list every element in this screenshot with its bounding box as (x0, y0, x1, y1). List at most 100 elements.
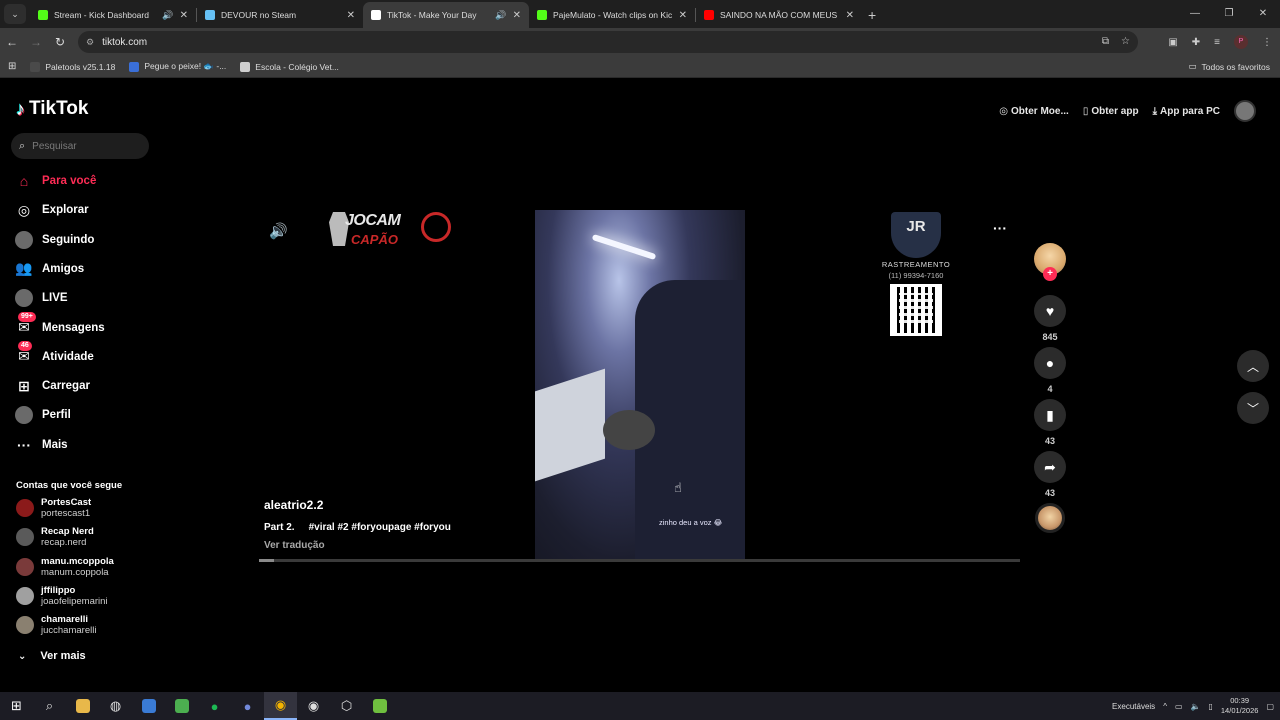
reload-icon[interactable]: ↻ (48, 35, 72, 49)
follow-plus-icon[interactable]: + (1043, 267, 1057, 281)
see-more-button[interactable]: ⌄ Ver mais (18, 650, 86, 662)
restore-icon[interactable]: ❐ (1212, 0, 1246, 28)
tab-close-icon[interactable]: ✕ (846, 10, 854, 21)
music-disc-icon[interactable] (1035, 503, 1065, 533)
browser-menu-icon[interactable]: ⋮ (1262, 37, 1272, 48)
tab-close-icon[interactable]: ✕ (679, 10, 687, 21)
hashtags[interactable]: #viral #2 #foryoupage #foryou (309, 522, 451, 533)
browser-tab[interactable]: Stream - Kick Dashboard 🔊 ✕ (30, 2, 196, 28)
get-coins-button[interactable]: ◎ Obter Moe... (999, 106, 1069, 117)
start-icon[interactable]: ⊞ (0, 692, 33, 720)
following-account[interactable]: jffilippo joaofelipemarini (16, 585, 108, 607)
browser-tab[interactable]: SAINDO NA MÃO COM MEUS ✕ (696, 2, 862, 28)
see-translation-link[interactable]: Ver tradução (264, 540, 325, 551)
video-light-shape (591, 233, 657, 261)
bookmark-icon[interactable]: ▮ (1034, 399, 1066, 431)
save-button[interactable]: ▮ 43 (1034, 399, 1066, 446)
taskbar-search-icon[interactable]: ⌕ (33, 692, 66, 720)
tray-chevron-icon[interactable]: ^ (1163, 702, 1167, 711)
tab-audio-icon[interactable]: 🔊 (162, 10, 173, 21)
following-account[interactable]: Recap Nerd recap.nerd (16, 526, 94, 548)
like-button[interactable]: ♥ 845 (1034, 295, 1066, 342)
discord-icon[interactable]: ● (231, 692, 264, 720)
sidebar-item-mensagens[interactable]: ✉ 99+ Mensagens (14, 311, 105, 339)
spotify-icon[interactable]: ● (198, 692, 231, 720)
all-bookmarks[interactable]: ▭ Todos os favoritos (1188, 61, 1270, 72)
notifications-icon[interactable]: ▢ (1266, 702, 1274, 711)
tab-close-icon[interactable]: ✕ (180, 10, 188, 21)
bookmark-star-icon[interactable]: ☆ (1121, 36, 1130, 47)
comment-button[interactable]: ● 4 (1034, 347, 1066, 394)
user-avatar[interactable] (1234, 100, 1256, 122)
pc-app-button[interactable]: ⤓ App para PC (1153, 106, 1220, 117)
minimize-icon[interactable]: — (1178, 0, 1212, 28)
new-tab-icon[interactable]: + (868, 7, 876, 23)
bookmark-item[interactable]: Paletools v25.1.18 (30, 61, 115, 72)
sidebar-item-atividade[interactable]: ✉ 46 Atividade (14, 340, 94, 368)
tab-audio-icon[interactable]: 🔊 (495, 10, 506, 21)
shield-app-icon[interactable]: ⬡ (330, 692, 363, 720)
video-username[interactable]: aleatrio2.2 (264, 498, 323, 512)
bookmark-item[interactable]: Pegue o peixe! 🐟 -... (129, 61, 226, 72)
forward-icon[interactable]: → (24, 35, 48, 49)
heart-icon[interactable]: ♥ (1034, 295, 1066, 327)
tray-label[interactable]: Executáveis (1112, 702, 1155, 711)
browser-tab[interactable]: PajeMulato - Watch clips on Kic ✕ (529, 2, 695, 28)
get-app-button[interactable]: ▯ Obter app (1083, 106, 1139, 117)
tab-close-icon[interactable]: ✕ (347, 10, 355, 21)
share-icon[interactable]: ➦ (1034, 451, 1066, 483)
sidebar-item-seguindo[interactable]: Seguindo (14, 229, 94, 251)
pc-app-label: App para PC (1159, 105, 1220, 117)
sidebar-item-mais[interactable]: ··· Mais (14, 434, 68, 456)
author-avatar[interactable]: + (1034, 243, 1066, 281)
media-control-icon[interactable]: ≡ (1214, 37, 1220, 48)
following-account[interactable]: manu.mcoppola manum.coppola (16, 556, 114, 578)
speaker-icon[interactable]: 🔈 (1191, 702, 1201, 711)
browser-tab[interactable]: DEVOUR no Steam ✕ (197, 2, 363, 28)
obs-icon[interactable]: ◉ (297, 692, 330, 720)
share-button[interactable]: ➦ 43 (1034, 451, 1066, 498)
sidebar-item-para-você[interactable]: ⌂ Para você (14, 170, 97, 192)
following-account[interactable]: PortesCast portescast1 (16, 497, 91, 519)
sidebar-item-amigos[interactable]: 👥 Amigos (14, 258, 84, 280)
chrome-icon[interactable]: ◉ (264, 692, 297, 720)
tiktok-logo[interactable]: ♪ TikTok (16, 98, 88, 120)
site-info-icon[interactable]: ⚙ (86, 37, 94, 48)
previous-video-button[interactable]: ︿ (1237, 350, 1269, 382)
file-explorer-icon[interactable] (66, 692, 99, 720)
video-player[interactable]: zinho deu a voz 😂 (535, 210, 745, 562)
back-icon[interactable]: ← (0, 35, 24, 49)
profile-avatar[interactable]: P (1234, 35, 1248, 49)
url-bar[interactable]: ⚙ tiktok.com ⧉ ☆ (78, 31, 1138, 53)
tab-search-menu-icon[interactable]: ⌄ (4, 4, 26, 24)
url-text[interactable]: tiktok.com (102, 37, 147, 48)
extensions-puzzle-icon[interactable]: ✚ (1192, 37, 1200, 48)
close-window-icon[interactable]: ✕ (1246, 0, 1280, 28)
search-input[interactable]: ⌕ Pesquisar (11, 133, 149, 159)
following-account[interactable]: chamarelli jucchamarelli (16, 614, 96, 636)
cube-app-icon[interactable] (363, 692, 396, 720)
install-app-icon[interactable]: ⧉ (1102, 36, 1109, 47)
more-options-icon[interactable]: ··· (993, 220, 1007, 236)
author-avatar-button[interactable]: + (1034, 243, 1066, 281)
next-video-button[interactable]: ﹀ (1237, 392, 1269, 424)
tab-close-icon[interactable]: ✕ (513, 10, 521, 21)
minecraft-icon[interactable] (165, 692, 198, 720)
comment-icon[interactable]: ● (1034, 347, 1066, 379)
volume-icon[interactable]: 🔊 (269, 222, 288, 240)
sidebar-item-carregar[interactable]: ⊞ Carregar (14, 375, 90, 397)
sidebar-item-live[interactable]: LIVE (14, 287, 68, 309)
video-progress-bar[interactable] (259, 559, 1020, 562)
browser-tab[interactable]: TikTok - Make Your Day 🔊 ✕ (363, 2, 529, 28)
extension-icon[interactable]: ▣ (1168, 37, 1177, 48)
apps-grid-icon[interactable]: ⊞ (8, 61, 16, 72)
bookmark-item[interactable]: Escola - Colégio Vet... (240, 61, 339, 72)
network-icon[interactable]: ▭ (1175, 702, 1183, 711)
music-disc-button[interactable] (1034, 503, 1066, 533)
sidebar-item-explorar[interactable]: ◎ Explorar (14, 199, 89, 221)
clock[interactable]: 00:39 14/01/2026 (1221, 696, 1259, 716)
sidebar-item-perfil[interactable]: Perfil (14, 404, 71, 426)
app-icon[interactable] (132, 692, 165, 720)
steam-icon[interactable]: ◍ (99, 692, 132, 720)
battery-icon[interactable]: ▯ (1208, 702, 1212, 711)
